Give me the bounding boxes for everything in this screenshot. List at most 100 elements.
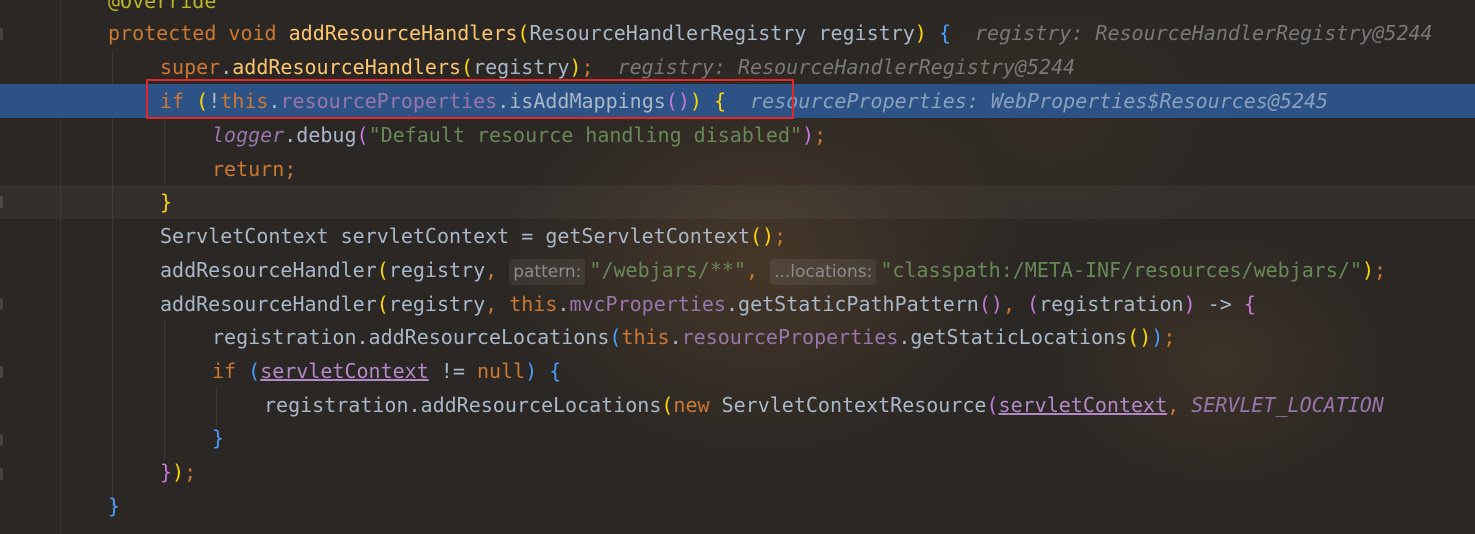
code-line-content: ServletContext servletContext = getServl…: [160, 219, 786, 253]
code-token: getStaticPathPattern: [738, 292, 979, 316]
code-line-content: protected void addResourceHandlers(Resou…: [108, 16, 1433, 50]
code-token: ,: [485, 292, 510, 316]
code-line[interactable]: });: [0, 455, 1475, 489]
code-token: getStaticLocations: [910, 325, 1128, 349]
code-token: ->: [1195, 292, 1244, 316]
code-token: addResourceHandlers: [288, 21, 518, 45]
code-token: }: [212, 426, 225, 450]
parameter-hint: pattern:: [509, 259, 586, 285]
code-token: registration.addResourceLocations: [264, 393, 662, 417]
code-token: getServletContext: [545, 224, 751, 248]
code-token: (: [376, 258, 389, 282]
code-token: servletContext: [260, 359, 429, 383]
code-line[interactable]: }: [0, 489, 1475, 523]
code-token: ;: [1163, 325, 1176, 349]
code-token: ;: [814, 123, 827, 147]
code-token: ): [172, 460, 185, 484]
code-token: null: [476, 359, 526, 383]
code-line[interactable]: registration.addResourceLocations(new Se…: [0, 388, 1475, 422]
code-token: ): [525, 359, 538, 383]
code-token: "Default resource handling disabled": [368, 123, 803, 147]
annotation-highlight-box: [146, 79, 794, 119]
code-token: ): [802, 123, 815, 147]
code-token: (: [248, 359, 261, 383]
code-line[interactable]: registration.addResourceLocations(this.r…: [0, 320, 1475, 354]
code-token: ,: [485, 258, 510, 282]
code-token: {: [549, 359, 562, 383]
code-line[interactable]: }: [0, 185, 1475, 219]
code-token: mvcProperties: [569, 292, 726, 316]
code-token: .: [220, 55, 233, 79]
code-line[interactable]: ServletContext servletContext = getServl…: [0, 219, 1475, 253]
code-token: (: [1027, 292, 1040, 316]
code-line-content: registration.addResourceLocations(new Se…: [264, 388, 1384, 422]
code-token: registration.addResourceLocations: [212, 325, 610, 349]
code-line-content: registration.addResourceLocations(this.r…: [212, 320, 1175, 354]
code-token: (: [517, 21, 530, 45]
code-line[interactable]: addResourceHandler(registry, pattern: "/w…: [0, 253, 1475, 287]
code-token: ,: [1167, 393, 1192, 417]
code-line-content: });: [160, 455, 196, 489]
code-token: this: [509, 292, 558, 316]
code-token: }: [108, 494, 121, 518]
code-line-content: }: [160, 185, 172, 219]
code-line-content: logger.debug("Default resource handling …: [212, 118, 826, 152]
code-token: (: [356, 123, 369, 147]
code-line[interactable]: protected void addResourceHandlers(Resou…: [0, 16, 1475, 50]
code-line-content: }: [212, 421, 224, 455]
code-token: ;: [774, 224, 787, 248]
code-token: .: [284, 123, 297, 147]
code-token: registry: ResourceHandlerRegistry@5244: [593, 55, 1076, 79]
code-token: ): [1183, 292, 1196, 316]
code-token: (: [461, 55, 474, 79]
code-line-content: addResourceHandler(registry, pattern: "/w…: [160, 253, 1386, 287]
code-token: ): [1151, 325, 1164, 349]
code-token: ): [1361, 258, 1374, 282]
code-token: ;: [581, 55, 594, 79]
code-token: new: [673, 393, 710, 417]
code-token: ;: [184, 460, 197, 484]
code-token: resourceProperties: WebProperties$Resour…: [726, 89, 1329, 113]
code-line[interactable]: addResourceHandler(registry, this.mvcPro…: [0, 287, 1475, 321]
code-token: (): [750, 224, 775, 248]
code-token: if: [212, 359, 237, 383]
code-line[interactable]: if (servletContext != null) {: [0, 354, 1475, 388]
code-line[interactable]: }: [0, 421, 1475, 455]
code-token: debug: [296, 123, 357, 147]
code-token: void: [228, 21, 277, 45]
code-token: resourceProperties: [681, 325, 899, 349]
code-token: SERVLET_LOCATION: [1191, 393, 1384, 417]
code-token: ;: [1374, 258, 1387, 282]
code-token: registry: [388, 292, 486, 316]
code-token: (: [609, 325, 622, 349]
code-token: @Override: [108, 0, 217, 13]
code-token: this: [621, 325, 670, 349]
code-line-content: if (servletContext != null) {: [212, 354, 561, 388]
code-token: ServletContext servletContext =: [160, 224, 546, 248]
code-token: protected: [108, 21, 217, 45]
code-line[interactable]: return;: [0, 152, 1475, 186]
code-editor[interactable]: @Override protected void addResourceHandl…: [0, 0, 1475, 534]
code-token: addResourceHandler: [160, 258, 377, 282]
code-token: {: [938, 21, 951, 45]
code-token: ;: [284, 157, 297, 181]
code-line[interactable]: logger.debug("Default resource handling …: [0, 118, 1475, 152]
code-token: "classpath:/META-INF/resources/webjars/": [880, 258, 1362, 282]
code-token: }: [160, 460, 173, 484]
code-token: addResourceHandler: [160, 292, 377, 316]
code-token: (: [376, 292, 389, 316]
code-token: ServletContextResource: [709, 393, 987, 417]
parameter-hint: ...locations:: [770, 259, 877, 285]
code-token: servletContext: [998, 393, 1168, 417]
code-token: (: [661, 393, 674, 417]
code-token: {: [1243, 292, 1256, 316]
code-line-content: return;: [212, 152, 296, 186]
code-token: super: [160, 55, 221, 79]
code-token: registry: [473, 55, 570, 79]
code-token: registry: [388, 258, 486, 282]
code-line-content: }: [108, 489, 120, 523]
